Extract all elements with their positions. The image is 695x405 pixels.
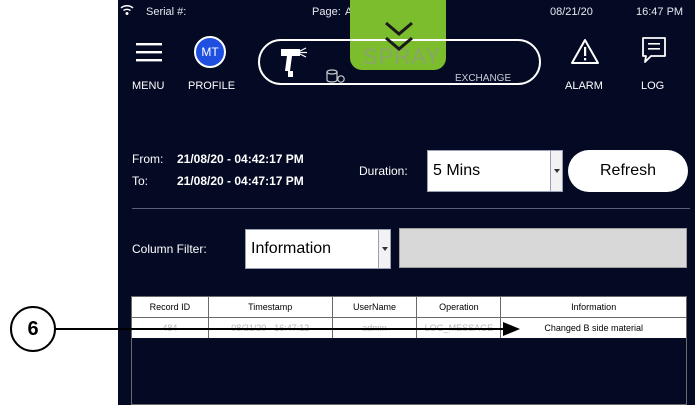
exchange-label: EXCHANGE	[455, 73, 512, 84]
audit-table: Record ID Timestamp UserName Operation I…	[131, 296, 687, 339]
profile-avatar[interactable]: MT	[194, 36, 226, 68]
divider	[132, 208, 690, 209]
from-label: From:	[132, 152, 164, 166]
chevron-down-icon[interactable]	[383, 20, 415, 54]
column-header[interactable]: Timestamp	[207, 296, 333, 318]
hamburger-icon	[136, 43, 162, 62]
duration-value: 5 Mins	[433, 162, 481, 179]
dropdown-arrow-icon	[550, 151, 562, 191]
wifi-icon	[120, 4, 134, 15]
table-row[interactable]: 484 08/21/20 - 16:47:12 admin LOG_MESSAG…	[131, 317, 687, 339]
table-header-row: Record ID Timestamp UserName Operation I…	[131, 296, 687, 318]
log-label: LOG	[641, 80, 665, 92]
table-cell: 484	[131, 317, 209, 339]
refresh-button[interactable]: Refresh	[568, 150, 688, 192]
duration-label: Duration:	[359, 164, 408, 178]
table-cell: Changed B side material	[500, 317, 687, 339]
column-header[interactable]: Information	[500, 296, 687, 318]
table-cell: 08/21/20 - 16:47:12	[207, 317, 333, 339]
column-header[interactable]: Record ID	[131, 296, 209, 318]
table-empty-area	[131, 338, 687, 405]
log-message-icon[interactable]	[641, 36, 667, 66]
column-header[interactable]: Operation	[416, 296, 502, 318]
column-filter-value: Information	[251, 240, 332, 257]
filter-text-input[interactable]	[399, 228, 687, 268]
device-screen: Serial #: Page: Audit 08/21/20 16:47 PM …	[118, 0, 695, 405]
table-cell: admin	[331, 317, 418, 339]
alarm-label: ALARM	[565, 80, 603, 92]
material-drum-icon	[326, 69, 345, 83]
dropdown-arrow-icon	[378, 230, 390, 268]
table-cell: LOG_MESSAGE	[416, 317, 502, 339]
spray-gun-icon	[281, 47, 307, 77]
serial-label: Serial #:	[146, 6, 187, 18]
column-header[interactable]: UserName	[331, 296, 418, 318]
status-date: 08/21/20	[550, 6, 593, 18]
from-value: 21/08/20 - 04:42:17 PM	[177, 152, 304, 166]
menu-label: MENU	[132, 80, 165, 92]
column-filter-select[interactable]: Information	[245, 229, 391, 269]
to-value: 21/08/20 - 04:47:17 PM	[177, 174, 304, 188]
profile-initials: MT	[201, 45, 219, 59]
profile-label: PROFILE	[188, 80, 236, 92]
status-time: 16:47 PM	[636, 6, 684, 18]
duration-select[interactable]: 5 Mins	[427, 150, 563, 192]
page-label: Page:	[312, 6, 341, 18]
callout-number: 6	[10, 306, 56, 352]
alarm-warning-icon[interactable]	[570, 38, 600, 66]
column-filter-label: Column Filter:	[132, 242, 207, 256]
to-label: To:	[132, 174, 149, 188]
callout-label: 6	[27, 317, 39, 340]
